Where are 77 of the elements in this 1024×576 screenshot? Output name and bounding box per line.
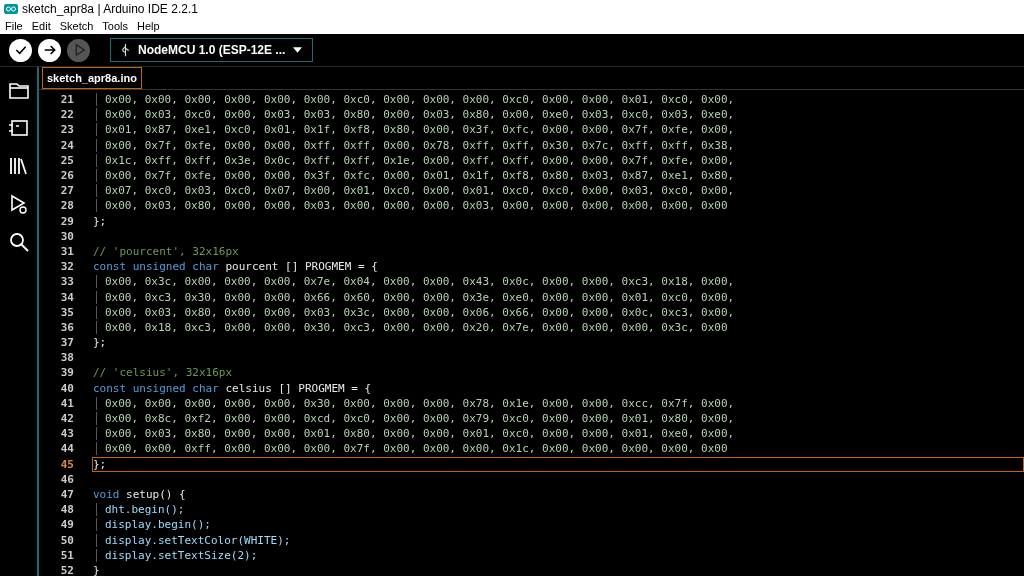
line-number: 46 [59, 472, 74, 486]
code-text: pourcent [] PROGMEM = { [224, 260, 378, 274]
line-number: 44 [59, 442, 74, 456]
menu-item[interactable]: Edit [31, 20, 51, 32]
code-text: }; [93, 336, 107, 350]
code-text: 0x00, 0x03, 0x80, 0x00, 0x00, 0x01, 0x80, 0x00, 0x00, 0x01, 0xc0, 0x00, 0x00, 0x01, 0xe0, 0x00, [105, 427, 735, 441]
line-number: 42 [59, 412, 74, 426]
line-number: 21 [59, 93, 74, 107]
line-number: 41 [59, 396, 74, 410]
code-text: 0x01, 0x87, 0xe1, 0xc0, 0x01, 0x1f, 0xf8, 0x80, 0x00, 0x3f, 0xfc, 0x00, 0x00, 0x7f, 0xfe, 0x00, [105, 123, 735, 137]
line-number: 38 [59, 351, 74, 365]
line-number: 39 [59, 366, 74, 380]
code-text: void [93, 487, 120, 501]
code-text: 0x00, 0x03, 0x80, 0x00, 0x00, 0x03, 0x00, 0x00, 0x00, 0x03, 0x00, 0x00, 0x00, 0x00, 0x00, 0x00 [105, 199, 728, 213]
code-text: // 'pourcent', 32x16px [93, 244, 239, 258]
line-number: 37 [59, 336, 74, 350]
menu-item[interactable]: Sketch [59, 20, 94, 32]
board-selector[interactable]: NodeMCU 1.0 (ESP-12E ... [110, 38, 314, 62]
code-text: const unsigned char [93, 381, 219, 395]
caret-icon [293, 47, 303, 53]
code-text: 0x00, 0x03, 0x80, 0x00, 0x00, 0x03, 0x3c, 0x00, 0x00, 0x06, 0x66, 0x00, 0x00, 0x0c, 0xc3, 0x00, [105, 305, 735, 319]
code-text: 0x1c, 0xff, 0xff, 0x3e, 0x0c, 0xff, 0xff, 0x1e, 0x00, 0xff, 0xff, 0x00, 0x00, 0x7f, 0xfe, 0x00, [105, 153, 735, 167]
line-number: 47 [59, 487, 74, 501]
line-number: 29 [59, 214, 74, 228]
upload-button[interactable] [38, 38, 61, 62]
menu-item[interactable]: Tools [102, 20, 129, 32]
code-text: const unsigned char [93, 260, 219, 274]
file-tab[interactable]: sketch_apr8a.ino [42, 67, 142, 89]
line-number: 24 [59, 138, 74, 152]
line-number: 22 [59, 108, 74, 122]
line-number: 36 [59, 320, 74, 334]
line-number: 48 [59, 503, 74, 517]
verify-button[interactable] [9, 38, 32, 62]
menu-item[interactable]: Help [137, 20, 160, 32]
line-number: 31 [59, 244, 74, 258]
code-text: 0x00, 0x00, 0x00, 0x00, 0x00, 0x30, 0x00, 0x00, 0x00, 0x78, 0x1e, 0x00, 0x00, 0xcc, 0x7f, 0x00, [105, 396, 735, 410]
code-text: // 'celsius', 32x16px [93, 366, 233, 380]
line-number: 32 [59, 260, 74, 274]
code-text: 0x07, 0xc0, 0x03, 0xc0, 0x07, 0x00, 0x01, 0xc0, 0x00, 0x01, 0xc0, 0xc0, 0x00, 0x03, 0xc0, 0x00, [105, 184, 735, 198]
code-text: celsius [] PROGMEM = { [224, 381, 372, 395]
code-text: 0x00, 0xc3, 0x30, 0x00, 0x00, 0x66, 0x60, 0x00, 0x00, 0x3e, 0xe0, 0x00, 0x00, 0x01, 0xc0, 0x00, [105, 290, 735, 304]
line-number: 50 [59, 533, 74, 547]
line-number: 49 [59, 518, 74, 532]
usb-icon [121, 43, 130, 57]
code-text: display.begin(); [105, 518, 211, 532]
code-text: 0x00, 0x03, 0xc0, 0x00, 0x03, 0x03, 0x80, 0x00, 0x03, 0x80, 0x00, 0xe0, 0x03, 0xc0, 0x03, 0xe0, [105, 108, 735, 122]
code-text: display.setTextSize(2); [105, 548, 258, 562]
line-number: 35 [59, 305, 74, 319]
line-number: 34 [59, 290, 74, 304]
line-number: 45 [59, 457, 74, 471]
code-text: 0x00, 0x00, 0xff, 0x00, 0x00, 0x00, 0x7f, 0x00, 0x00, 0x00, 0x1c, 0x00, 0x00, 0x00, 0x00, 0x00 [105, 442, 728, 456]
line-number: 25 [59, 153, 74, 167]
line-number: 33 [59, 275, 74, 289]
line-number: 26 [59, 169, 74, 183]
app-logo-icon [4, 4, 18, 14]
line-number: 43 [59, 427, 74, 441]
code-text: }; [93, 457, 107, 471]
code-text: }; [93, 214, 107, 228]
line-number: 30 [59, 229, 74, 243]
code-text: 0x00, 0x7f, 0xfe, 0x00, 0x00, 0xff, 0xff, 0x00, 0x78, 0xff, 0xff, 0x30, 0x7c, 0xff, 0xff, 0x38, [105, 138, 735, 152]
code-text: 0x00, 0x3c, 0x00, 0x00, 0x00, 0x7e, 0x04, 0x00, 0x00, 0x43, 0x0c, 0x00, 0x00, 0xc3, 0x18, 0x00, [105, 275, 735, 289]
line-number: 23 [59, 123, 74, 137]
code-text: dht.begin(); [105, 503, 185, 517]
code-text: display.setTextColor(WHITE); [105, 533, 291, 547]
line-number: 40 [59, 381, 74, 395]
code-text: } [93, 563, 100, 576]
code-text: setup() { [125, 487, 186, 501]
code-text: 0x00, 0x8c, 0xf2, 0x00, 0x00, 0xcd, 0xc0, 0x00, 0x00, 0x79, 0xc0, 0x00, 0x00, 0x01, 0x80, 0x00, [105, 412, 735, 426]
line-number: 52 [59, 563, 74, 576]
line-number: 28 [59, 199, 74, 213]
window-title: sketch_apr8a | Arduino IDE 2.2.1 [22, 2, 198, 16]
code-text: 0x00, 0x00, 0x00, 0x00, 0x00, 0x00, 0xc0, 0x00, 0x00, 0x00, 0xc0, 0x00, 0x00, 0x01, 0xc0, 0x00, [105, 93, 735, 107]
line-number: 51 [59, 548, 74, 562]
menu-item[interactable]: File [5, 20, 23, 32]
line-number: 27 [59, 184, 74, 198]
code-text: 0x00, 0x18, 0xc3, 0x00, 0x00, 0x30, 0xc3, 0x00, 0x00, 0x20, 0x7e, 0x00, 0x00, 0x00, 0x3c, 0x00 [105, 320, 728, 334]
code-text: 0x00, 0x7f, 0xfe, 0x00, 0x00, 0x3f, 0xfc, 0x00, 0x01, 0x1f, 0xf8, 0x80, 0x03, 0x87, 0xe1, 0x80, [105, 169, 735, 183]
